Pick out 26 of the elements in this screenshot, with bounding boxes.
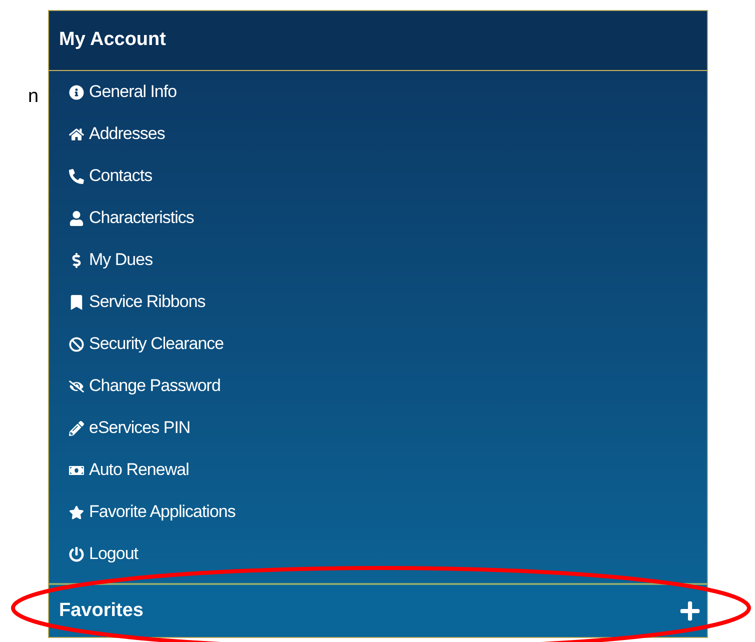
menu-link[interactable]: My Dues — [49, 239, 153, 281]
menu-link[interactable]: General Info — [49, 71, 177, 113]
ban-icon — [69, 336, 84, 352]
pencil-icon — [69, 420, 84, 436]
phone-icon — [69, 168, 84, 184]
menu-link[interactable]: Service Ribbons — [49, 281, 206, 323]
menu-link[interactable]: Contacts — [49, 155, 152, 197]
menu-link[interactable]: Change Password — [49, 365, 220, 407]
star-icon — [69, 504, 84, 520]
favorites-title: Favorites — [59, 598, 144, 623]
panel-title: My Account — [59, 28, 166, 52]
add-icon[interactable] — [679, 600, 701, 622]
menu-link[interactable]: Auto Renewal — [49, 449, 189, 491]
menu-link[interactable]: Characteristics — [49, 197, 194, 239]
home-icon — [69, 126, 84, 142]
eye-slash-icon — [69, 378, 84, 394]
user-icon — [69, 210, 84, 226]
cut-off-text: n — [28, 86, 39, 107]
menu-link[interactable]: Addresses — [49, 113, 165, 155]
bookmark-icon — [69, 294, 84, 310]
info-icon — [69, 84, 84, 100]
menu-link[interactable]: Favorite Applications — [49, 491, 236, 533]
menu-link[interactable]: Security Clearance — [49, 323, 224, 365]
power-icon — [69, 546, 84, 562]
menu-link[interactable]: Logout — [49, 533, 138, 575]
menu-link[interactable]: eServices PIN — [49, 407, 190, 449]
